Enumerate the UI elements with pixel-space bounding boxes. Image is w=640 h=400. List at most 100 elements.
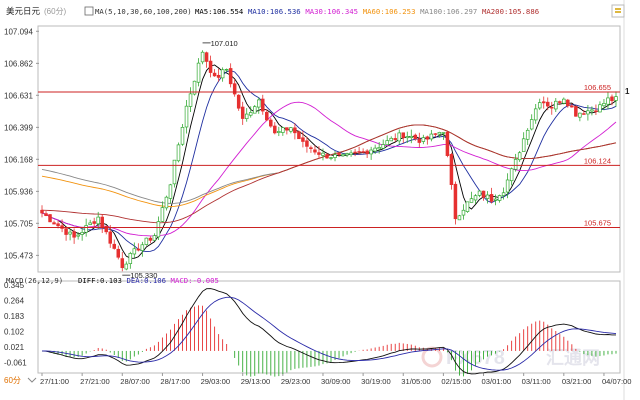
settings-frame: [611, 4, 625, 18]
price-y-axis: 107.094 106.862 106.631 106.399 106.168 105.9…: [4, 27, 39, 260]
x-tick-label: 04/07:00: [602, 377, 632, 386]
macd-y-tick-label: 0.021: [4, 343, 25, 352]
candle-body: [441, 132, 446, 134]
settings-button[interactable]: [611, 4, 625, 18]
candle-body: [212, 72, 217, 77]
extreme-label: 107.010: [211, 39, 238, 48]
candle-body: [381, 144, 385, 149]
candle-body: [445, 131, 450, 156]
candle-body: [136, 248, 141, 251]
candle-body: [469, 198, 474, 203]
candle-body: [373, 147, 377, 152]
candle-body: [582, 113, 586, 115]
level-label: 105.675: [584, 218, 611, 227]
candle-body: [200, 51, 205, 63]
candle-body: [48, 214, 52, 223]
x-tick-label: 28/07:00: [120, 377, 150, 386]
macd-y-axis: 0.3450.2640.1830.1020.021-0.061: [4, 281, 27, 368]
candle-body: [236, 94, 241, 109]
legend-ma10: MA10:106.536: [248, 7, 301, 16]
candle-body: [252, 106, 257, 114]
candle-body: [228, 68, 233, 85]
candle-body: [465, 201, 470, 212]
candle-body: [116, 248, 121, 258]
candle-body: [72, 231, 76, 238]
candle-body: [68, 231, 72, 235]
candle-body: [96, 216, 100, 225]
legend-ma5: MA5:106.554: [195, 7, 244, 16]
candle-body: [224, 69, 229, 71]
candle-body: [293, 127, 297, 134]
macd-y-tick-label: 0.102: [4, 327, 25, 336]
macd-legend-macd: MACD:-0.005: [171, 276, 219, 285]
candle-body: [558, 101, 562, 103]
candle-body: [433, 133, 438, 135]
candle-body: [533, 108, 538, 121]
candle-body: [578, 112, 582, 118]
candle-body: [305, 140, 309, 147]
candle-body: [44, 213, 48, 216]
candle-body: [289, 127, 293, 132]
candle-body: [493, 198, 498, 201]
x-tick-label: 28/17:00: [160, 377, 190, 386]
x-tick-label: 29/23:00: [281, 377, 311, 386]
period-button[interactable]: 60分: [4, 376, 37, 385]
candle-body: [481, 190, 486, 198]
period-button-label: 60分: [4, 376, 21, 385]
candle-body: [566, 99, 570, 107]
candle-body: [525, 129, 530, 140]
candle-body: [277, 131, 281, 133]
legend-checkbox-icon[interactable]: [84, 6, 94, 16]
side-marker: 1: [625, 87, 630, 96]
y-tick-label: 106.168: [4, 155, 33, 164]
macd-y-tick-label: 0.264: [4, 296, 25, 305]
candle-body: [610, 96, 614, 102]
candle-body: [128, 253, 133, 265]
chart-svg: 107.094 106.862 106.631 106.399 106.168 105.9…: [4, 0, 632, 400]
candle-body: [333, 154, 337, 158]
candle-body: [273, 125, 277, 134]
macd-title: MACD(26,12,9): [6, 276, 63, 285]
candle-body: [144, 237, 149, 245]
candle-body: [261, 98, 265, 112]
candle-body: [188, 93, 193, 107]
candle-body: [309, 147, 313, 150]
candle-body: [40, 209, 44, 214]
x-tick-label: 03/11:00: [522, 377, 551, 386]
candle-body: [598, 104, 602, 113]
candle-body: [365, 150, 369, 155]
candle-body: [244, 113, 249, 120]
candle-body: [425, 136, 430, 140]
candle-body: [550, 106, 554, 109]
candle-body: [172, 159, 177, 185]
candle-body: [461, 209, 466, 216]
candle-body: [473, 195, 478, 201]
candle-body: [124, 263, 129, 270]
candle-body: [80, 232, 84, 235]
candle-body: [76, 234, 80, 237]
candle-body: [377, 147, 381, 150]
x-tick-label: 03/01:00: [482, 377, 512, 386]
candle-body: [449, 154, 454, 185]
y-tick-label: 105.936: [4, 187, 33, 196]
candle-body: [52, 222, 56, 225]
x-tick-label: 02/15:00: [441, 377, 471, 386]
candle-body: [204, 52, 209, 62]
candle-body: [184, 105, 189, 128]
legend-ma60: MA60:106.253: [363, 7, 416, 16]
candle-body: [337, 153, 341, 155]
candle-body: [84, 225, 88, 233]
candle-body: [421, 137, 426, 142]
level-label: 106.655: [584, 83, 611, 92]
candle-body: [100, 216, 104, 228]
candle-body: [164, 196, 169, 209]
candle-body: [513, 159, 518, 170]
legend-ma200: MA200:105.886: [482, 7, 539, 16]
macd-y-tick-label: -0.061: [4, 359, 27, 368]
candle-body: [521, 138, 526, 152]
candle-body: [614, 96, 618, 101]
candle-body: [265, 111, 269, 121]
candle-body: [148, 237, 153, 241]
x-tick-label: 31/05:00: [401, 377, 431, 386]
candle-body: [248, 112, 253, 116]
